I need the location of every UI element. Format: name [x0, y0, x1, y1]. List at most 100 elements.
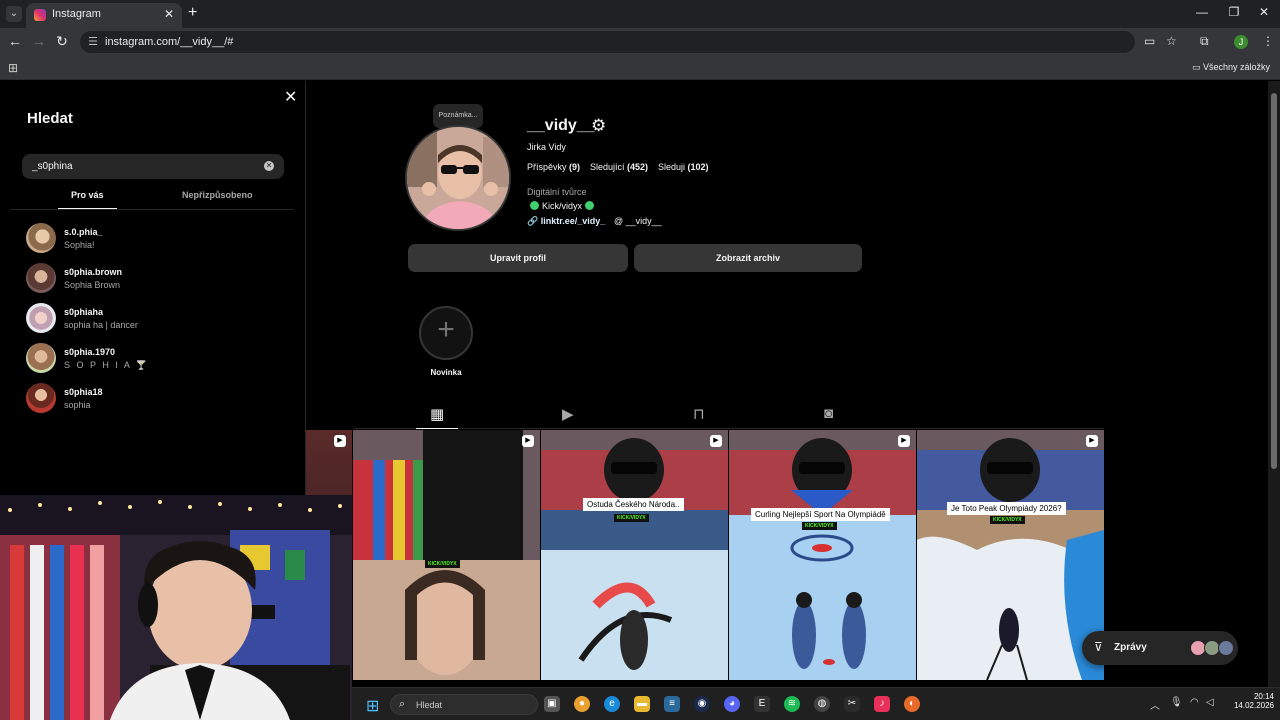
threads-handle: __vidy__ — [625, 216, 662, 226]
followers-value: (452) — [627, 162, 649, 172]
tiktok-icon[interactable]: ♪ — [874, 696, 890, 712]
chrome-icon[interactable]: ● — [574, 696, 590, 712]
microphone-icon[interactable]: 🎙 — [1170, 697, 1183, 708]
view-archive-button[interactable]: Zobrazit archiv — [634, 244, 862, 272]
minimize-icon[interactable]: — — [1192, 5, 1212, 19]
post-thumbnail — [541, 430, 728, 680]
threads-link[interactable]: @ __vidy__ — [614, 216, 662, 226]
start-menu-icon[interactable]: ⊞ — [366, 696, 379, 716]
followers-label: Sledující — [590, 162, 625, 172]
capcut-icon[interactable]: ✂ — [844, 696, 860, 712]
volume-icon[interactable]: ◁ — [1206, 697, 1214, 708]
file-explorer-icon[interactable]: ▬ — [634, 696, 650, 712]
search-input[interactable] — [22, 154, 284, 179]
result-username: s0phia18 — [64, 387, 103, 397]
result-username: s.0.phia_ — [64, 227, 103, 237]
search-result[interactable]: s0phia18 sophia — [26, 383, 286, 413]
result-name: Sophia! — [64, 240, 95, 250]
browser-profile-avatar[interactable]: J — [1234, 35, 1248, 49]
url-bar[interactable]: ☰ instagram.com/__vidy__/# — [80, 31, 1135, 53]
post-tile[interactable]: Ostuda Českého Národa.. KICK/VIDYX ▶ — [541, 430, 728, 680]
profile-link[interactable]: 🔗 linktr.ee/_vidy_ — [527, 216, 605, 227]
kick-tag: KICK/VIDYX — [990, 516, 1025, 524]
all-bookmarks-button[interactable]: ▭ Všechny záložky — [1192, 62, 1270, 73]
tagged-icon[interactable]: ◙ — [824, 405, 833, 422]
all-bookmarks-label: Všechny záložky — [1202, 62, 1270, 72]
profile-avatar[interactable] — [405, 125, 511, 231]
threads-icon: @ — [614, 216, 624, 226]
tab-neprizpusobeno[interactable]: Nepřizpůsobeno — [182, 190, 253, 200]
kick-tag: KICK/VIDYX — [425, 560, 460, 568]
edge-icon[interactable]: e — [604, 696, 620, 712]
search-result[interactable]: s0phiaha sophia ha | dancer — [26, 303, 286, 333]
apps-grid-icon[interactable]: ⊞ — [8, 61, 18, 75]
taskbar-clock[interactable]: 20:14 14.02.2026 — [1226, 692, 1274, 710]
post-tile[interactable]: Curling Nejlepší Sport Na Olympiádě KICK… — [729, 430, 916, 680]
post-tile[interactable]: KICK/VIDYX ▶ — [353, 430, 540, 680]
page-scrollbar[interactable] — [1268, 81, 1280, 695]
clear-search-icon[interactable]: ✕ — [264, 161, 274, 171]
firefox-icon[interactable]: ◐ — [904, 696, 920, 712]
extensions-icon[interactable]: ⧉ — [1200, 34, 1209, 49]
search-result[interactable]: s0phia.brown Sophia Brown — [26, 263, 286, 293]
tab-instagram[interactable]: Instagram ✕ — [26, 3, 182, 28]
obs-icon[interactable]: ◍ — [814, 696, 830, 712]
epic-games-icon[interactable]: E — [754, 696, 770, 712]
highlight-label: Novinka — [430, 368, 462, 377]
bookmark-star-icon[interactable]: ☆ — [1166, 34, 1177, 48]
posts-grid-icon[interactable]: ▦ — [430, 405, 444, 423]
post-caption: Je Toto Peak Olympiády 2026? — [947, 502, 1066, 515]
reel-icon: ▶ — [710, 435, 722, 447]
posts-value: (9) — [569, 162, 581, 172]
search-close-icon[interactable]: ✕ — [284, 87, 297, 107]
search-result[interactable]: s0phia.1970 S O P H I A 🍸 — [26, 343, 286, 373]
kick-tag: KICK/VIDYX — [614, 514, 649, 522]
reload-icon[interactable]: ↻ — [53, 33, 71, 50]
url-text[interactable]: instagram.com/__vidy__/# — [105, 36, 233, 48]
scrollbar-thumb[interactable] — [1271, 93, 1277, 469]
browser-menu-icon[interactable]: ⋮ — [1262, 34, 1274, 48]
new-tab-icon[interactable]: + — [188, 4, 197, 22]
saved-icon[interactable]: ⊓ — [693, 405, 705, 423]
settings-gear-icon[interactable]: ⚙ — [591, 116, 606, 136]
site-settings-icon[interactable]: ☰ — [88, 35, 98, 48]
tab-pro-vas[interactable]: Pro vás — [71, 190, 104, 200]
forward-icon[interactable]: → — [30, 33, 48, 49]
post-tile[interactable]: Je Toto Peak Olympiády 2026? KICK/VIDYX … — [917, 430, 1104, 680]
steam-icon[interactable]: ◉ — [694, 696, 710, 712]
messages-icon: ⊽ — [1094, 640, 1103, 654]
result-username: s0phia.brown — [64, 267, 123, 277]
windows-taskbar: ⊞ ⌕ Hledat ▣ ● e ▬ ≡ ◉ ◕ E ≋ ◍ ✂ ♪ ◐ ︿ 🎙… — [352, 687, 1280, 720]
post-caption: Curling Nejlepší Sport Na Olympiádě — [751, 508, 890, 521]
post-caption: Ostuda Českého Národa.. — [583, 498, 684, 511]
wifi-icon[interactable]: ◠ — [1190, 697, 1199, 708]
plus-icon: + — [437, 313, 455, 346]
address-bar-row: ← → ↻ ☰ instagram.com/__vidy__/# ▭ ☆ ⧉ J… — [0, 28, 1280, 56]
tab-close-icon[interactable]: ✕ — [164, 7, 174, 21]
reel-icon: ▶ — [1086, 435, 1098, 447]
task-view-icon[interactable]: ▣ — [544, 696, 560, 712]
tab-search-icon[interactable]: ⌄ — [6, 6, 22, 22]
posts-count[interactable]: Příspěvky (9) — [527, 162, 580, 172]
webcam-overlay — [0, 495, 352, 720]
search-result[interactable]: s.0.phia_ Sophia! — [26, 223, 286, 253]
back-icon[interactable]: ← — [6, 33, 24, 49]
cast-icon[interactable]: ▭ — [1144, 34, 1155, 48]
tray-chevron-icon[interactable]: ︿ — [1150, 697, 1160, 712]
messages-button[interactable]: ⊽ Zprávy — [1082, 631, 1238, 665]
notepad-icon[interactable]: ≡ — [664, 696, 680, 712]
taskbar-search[interactable]: ⌕ Hledat — [390, 694, 538, 715]
edit-profile-button[interactable]: Upravit profil — [408, 244, 628, 272]
search-title: Hledat — [27, 110, 73, 127]
reels-icon[interactable]: ▶ — [562, 405, 574, 423]
discord-icon[interactable]: ◕ — [724, 696, 740, 712]
following-count[interactable]: Sleduji (102) — [658, 162, 709, 172]
followers-count[interactable]: Sledující (452) — [590, 162, 648, 172]
bookmarks-bar: ⊞ ▭ Všechny záložky — [0, 56, 1280, 80]
window-close-icon[interactable]: ✕ — [1254, 5, 1274, 19]
taskbar-search-placeholder: Hledat — [416, 700, 443, 710]
spotify-icon[interactable]: ≋ — [784, 696, 800, 712]
restore-icon[interactable]: ❐ — [1224, 5, 1244, 19]
search-panel: Hledat ✕ ✕ Pro vás Nepřizpůsobeno s.0.ph… — [0, 81, 306, 495]
green-circle-icon — [530, 201, 539, 210]
